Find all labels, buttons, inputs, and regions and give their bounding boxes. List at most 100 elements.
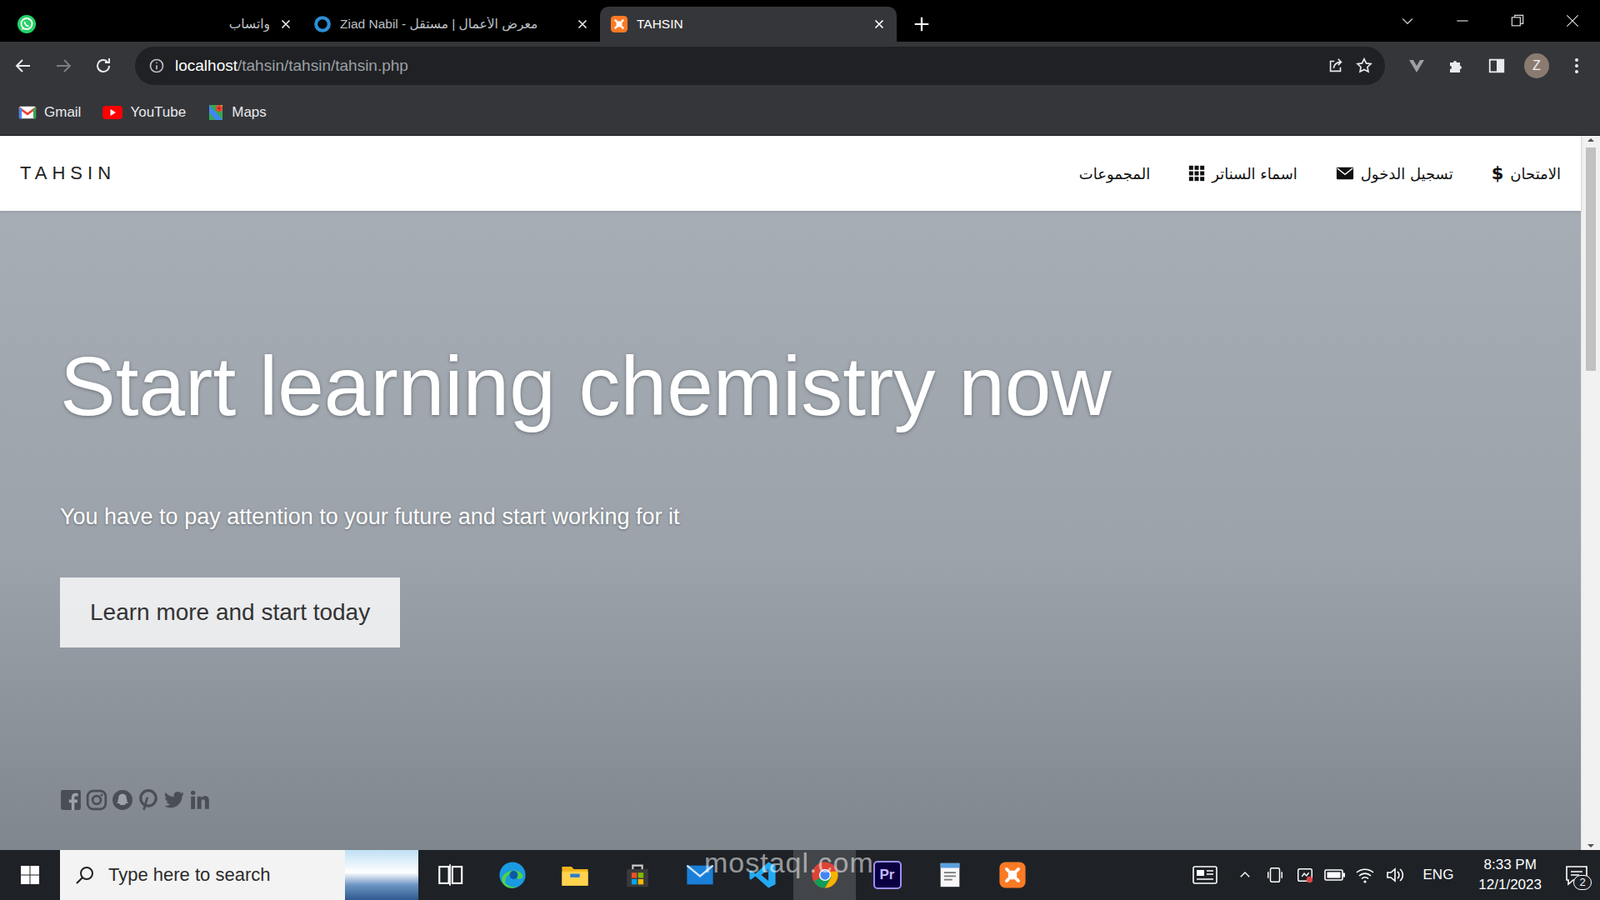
search-highlight-image — [345, 850, 419, 900]
input-language[interactable]: ENG — [1410, 866, 1468, 884]
side-panel-button[interactable] — [1480, 49, 1514, 83]
page-scrollbar[interactable] — [1580, 135, 1600, 850]
browser-tab[interactable]: Ziad Nabil - معرض الأعمال | مستقل — [303, 6, 600, 42]
chevron-down-icon[interactable] — [1399, 12, 1416, 30]
info-icon — [148, 57, 165, 75]
taskbar-clock[interactable]: 8:33 PM12/1/2023 — [1466, 855, 1554, 895]
edge-icon — [498, 860, 527, 890]
chrome-icon — [810, 860, 840, 890]
store-icon — [623, 860, 652, 890]
taskbar-app[interactable]: Pr — [855, 850, 919, 900]
url-text: localhost/tahsin/tahsin/tahsin.php — [175, 56, 1317, 75]
bookmark[interactable]: Gmail — [18, 104, 81, 121]
nav-item[interactable]: المجموعات — [1079, 165, 1150, 183]
windows-logo-icon — [20, 865, 40, 885]
system-tray: ENG8:33 PM12/1/20232 — [1180, 850, 1600, 900]
url-path: /tahsin/tahsin/tahsin.php — [237, 56, 409, 75]
extensions-button[interactable] — [1440, 49, 1474, 83]
taskbar-app[interactable] — [668, 850, 731, 900]
close-icon[interactable] — [575, 16, 590, 32]
volume-control[interactable] — [1380, 865, 1410, 885]
taskbar-app[interactable] — [418, 850, 481, 900]
gmail-icon — [18, 105, 37, 120]
back-button[interactable] — [6, 49, 40, 83]
profile-button[interactable]: Z — [1520, 49, 1554, 83]
news-button[interactable] — [1180, 865, 1230, 885]
forward-button[interactable] — [46, 49, 80, 83]
extension-v-icon — [1406, 55, 1427, 76]
envelope-icon — [1335, 165, 1355, 181]
browser-tab[interactable]: واتساب — [6, 6, 304, 42]
pinterest-icon[interactable] — [137, 789, 160, 811]
battery-status[interactable] — [1320, 865, 1350, 885]
premiere-icon: Pr — [873, 860, 902, 890]
taskbar-app[interactable] — [605, 850, 669, 900]
mostaql-icon — [313, 15, 332, 34]
learn-more-button[interactable]: Learn more and start today — [60, 577, 400, 648]
web-page: TAHSIN الامتحان$ تسجيل الدخول اسماء السناتر… — [0, 135, 1600, 850]
xampp-icon — [998, 860, 1027, 890]
reload-icon — [93, 55, 114, 76]
taskbar-app[interactable] — [730, 850, 794, 900]
scroll-up-icon — [1586, 135, 1595, 145]
nav-item[interactable]: الامتحان$ — [1491, 163, 1561, 184]
facebook-icon[interactable] — [60, 789, 82, 811]
start-button[interactable] — [0, 850, 60, 900]
share-icon[interactable] — [1326, 56, 1345, 75]
taskbar-app[interactable] — [918, 850, 981, 900]
close-icon[interactable] — [871, 16, 887, 32]
taskbar-app[interactable] — [980, 850, 1044, 900]
notification-center[interactable]: 2 — [1553, 850, 1600, 900]
bookmark[interactable]: Maps — [207, 103, 267, 122]
new-tab-button[interactable] — [905, 6, 939, 42]
hero-title: Start learning chemistry now — [60, 335, 1112, 436]
whatsapp-icon — [16, 14, 37, 35]
scroll-down-icon — [1586, 841, 1595, 850]
sync-icon — [1295, 865, 1315, 885]
address-bar[interactable]: localhost/tahsin/tahsin/tahsin.php — [135, 46, 1385, 85]
linkedin-icon[interactable] — [189, 789, 211, 811]
dollar-icon: $ — [1491, 163, 1505, 184]
back-arrow-icon — [13, 55, 34, 76]
nav-item[interactable]: اسماء السناتر — [1188, 165, 1298, 183]
wifi-icon — [1355, 865, 1375, 885]
bookmark-label: Gmail — [44, 104, 81, 121]
scroll-thumb[interactable] — [1585, 147, 1596, 371]
twitter-icon[interactable] — [163, 789, 185, 811]
nav-item[interactable]: تسجيل الدخول — [1335, 165, 1454, 183]
snapchat-icon[interactable] — [111, 789, 134, 811]
close-window-icon[interactable] — [1564, 12, 1581, 30]
minimize-icon[interactable] — [1454, 12, 1471, 30]
taskbar-app[interactable] — [480, 850, 544, 900]
page-content: TAHSIN الامتحان$ تسجيل الدخول اسماء السناتر… — [0, 135, 1581, 850]
taskbar-search-input[interactable] — [106, 863, 334, 887]
tray-app[interactable] — [1260, 865, 1290, 885]
network-status[interactable] — [1350, 865, 1380, 885]
watermark: mostaql.com — [704, 846, 875, 880]
menu-button[interactable] — [1560, 49, 1594, 83]
site-logo[interactable]: TAHSIN — [20, 162, 116, 185]
instagram-icon[interactable] — [85, 789, 108, 811]
tray-app[interactable] — [1290, 865, 1320, 885]
nav-label: اسماء السناتر — [1211, 165, 1298, 183]
taskbar-app[interactable] — [543, 850, 606, 900]
bookmark-label: Maps — [231, 104, 267, 121]
reload-button[interactable] — [86, 49, 120, 83]
mail-icon — [685, 860, 715, 890]
star-icon[interactable] — [1355, 56, 1374, 75]
taskbar-search[interactable] — [60, 850, 419, 900]
bookmark-label: YouTube — [130, 104, 186, 121]
clock-time: 8:33 PM — [1484, 855, 1537, 875]
show-hidden-icons[interactable] — [1230, 867, 1260, 883]
taskview-icon — [435, 860, 465, 890]
restore-icon[interactable] — [1509, 12, 1526, 30]
browser-tab[interactable]: TAHSIN — [600, 6, 897, 42]
close-icon[interactable] — [278, 16, 294, 32]
side-panel-icon — [1487, 56, 1506, 75]
nav-label: تسجيل الدخول — [1360, 165, 1454, 183]
bookmark[interactable]: YouTube — [102, 104, 186, 121]
kebab-menu-icon — [1566, 55, 1587, 76]
extension-button[interactable] — [1400, 49, 1434, 83]
site-navbar: TAHSIN الامتحان$ تسجيل الدخول اسماء السناتر… — [0, 135, 1581, 211]
taskbar-app[interactable] — [793, 850, 856, 900]
